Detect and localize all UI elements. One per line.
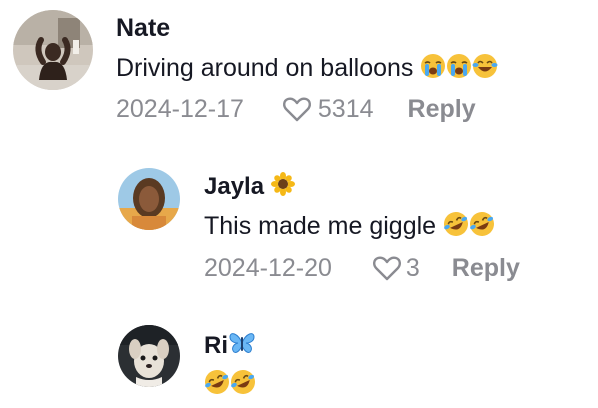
butterfly-icon [228,331,256,362]
rolling-on-floor-laughing-icon [230,369,256,402]
reply-button[interactable]: Reply [408,95,476,124]
username[interactable]: Ri [204,331,256,362]
like-count: 5314 [317,94,374,123]
heart-icon [372,256,401,281]
reply-button[interactable]: Reply [452,254,520,283]
comments-panel: { "comments": [ { "username": "Nate", "t… [0,0,598,408]
comment-text: This made me giggle [204,211,495,244]
comment-date: 2024-12-20 [204,253,332,282]
avatar[interactable] [118,168,180,230]
face-with-tears-of-joy-icon [472,53,498,86]
avatar[interactable] [13,10,93,90]
rolling-on-floor-laughing-icon [204,369,230,402]
comment-meta: 2024-12-20 3 Reply [204,252,520,284]
username[interactable]: Jayla [204,172,295,203]
avatar-jayla-image [118,168,180,230]
comment-text-content: Driving around on balloons [116,54,414,83]
comment-date: 2024-12-17 [116,94,244,123]
like-count: 3 [405,253,420,282]
username-text: Ri [204,331,228,359]
username[interactable]: Nate [116,14,170,43]
comment-text-content: This made me giggle [204,212,437,241]
avatar-nate-image [13,10,93,90]
loudly-crying-face-icon [446,53,472,86]
comment-meta: 2024-12-17 5314 Reply [116,93,476,125]
sunflower-icon [270,172,295,203]
loudly-crying-face-icon [420,53,446,86]
avatar[interactable] [118,325,180,387]
heart-icon [282,97,311,122]
like-button[interactable]: 5314 [282,95,374,124]
avatar-ri-image [118,325,180,387]
like-button[interactable]: 3 [372,254,420,283]
username-text: Jayla [204,172,265,200]
rolling-on-floor-laughing-icon [469,211,495,244]
comment-text: Driving around on balloons [116,53,498,86]
comment-text [204,369,256,402]
rolling-on-floor-laughing-icon [443,211,469,244]
